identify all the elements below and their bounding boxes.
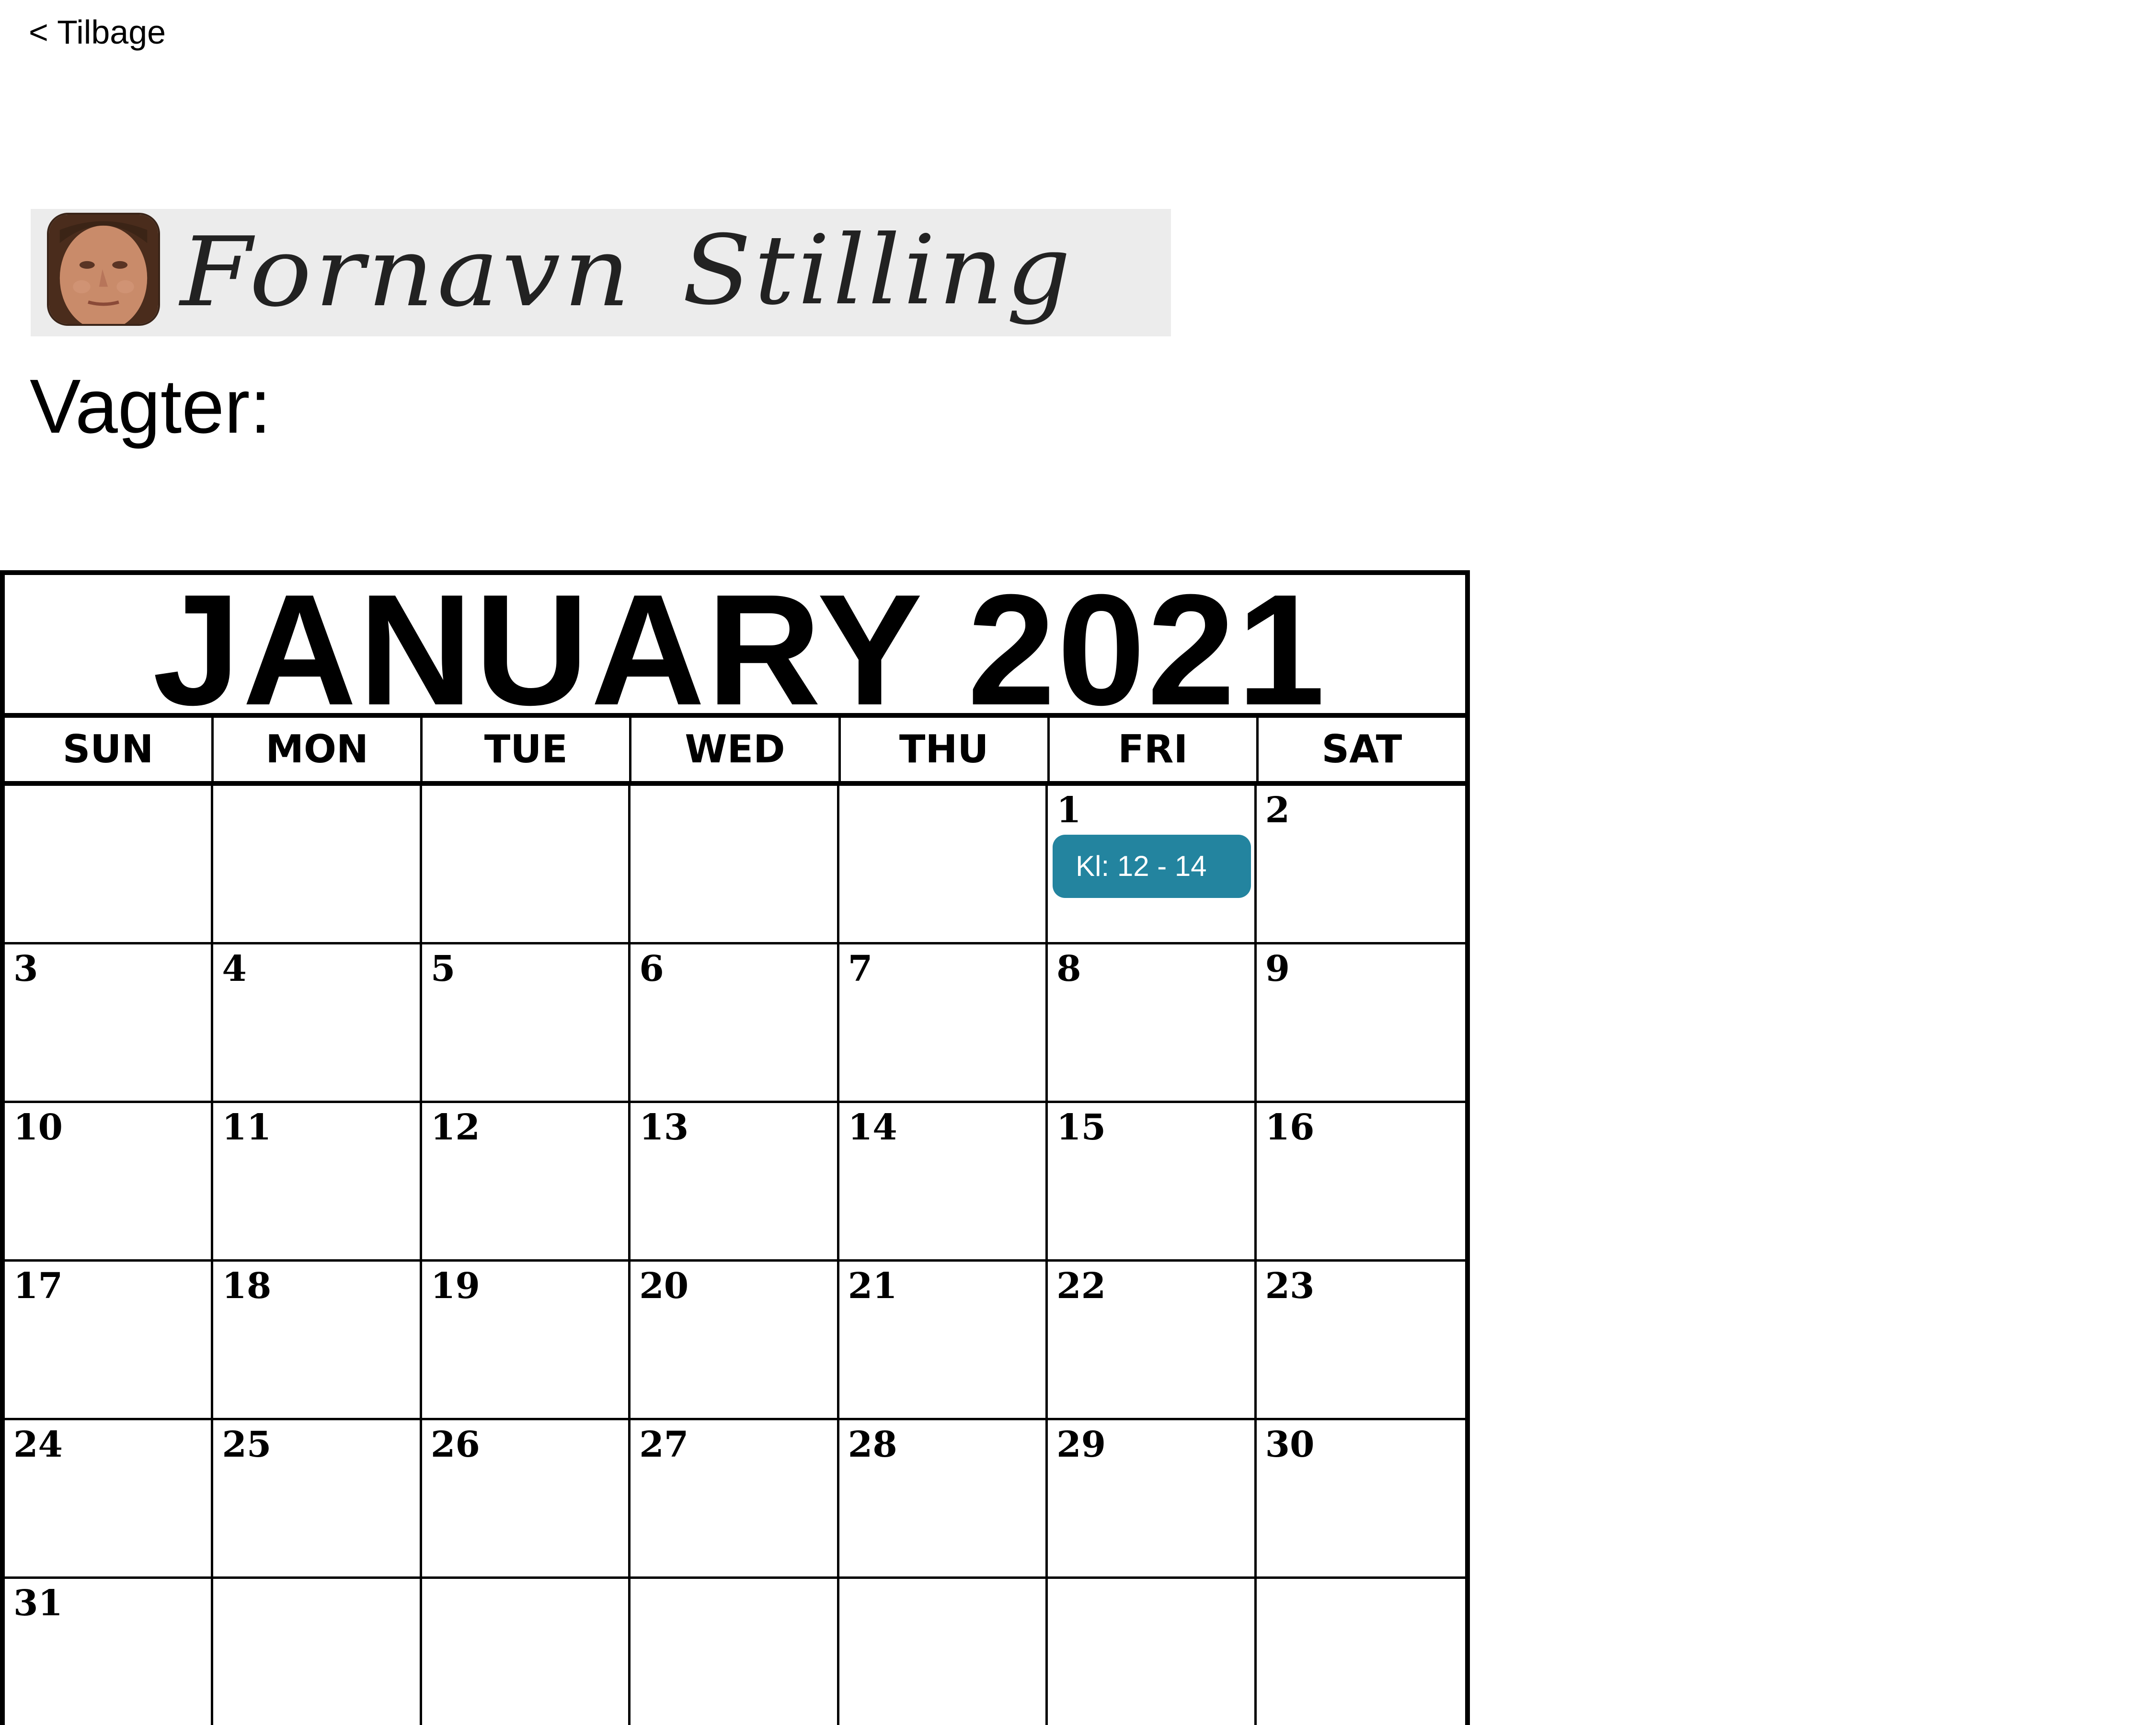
calendar-day-cell[interactable]: 23 — [1256, 1262, 1465, 1420]
calendar-day-cell[interactable]: 14 — [839, 1103, 1048, 1262]
calendar-day-cell[interactable]: 1 Kl: 12 - 14 — [1048, 786, 1257, 944]
day-number: 13 — [639, 1107, 689, 1148]
weekday-wed: WED — [631, 718, 841, 781]
day-number: 23 — [1265, 1265, 1315, 1307]
day-number: 7 — [848, 948, 873, 989]
day-number: 26 — [430, 1424, 480, 1465]
calendar-day-cell[interactable]: 29 — [1048, 1420, 1257, 1579]
weekday-sat: SAT — [1321, 727, 1402, 771]
day-number: 18 — [222, 1265, 272, 1307]
calendar-day-cell[interactable]: 10 — [5, 1103, 214, 1262]
calendar-empty-cell — [5, 786, 214, 944]
calendar-empty-cell — [1257, 1579, 1465, 1725]
calendar-day-cell[interactable]: 11 — [213, 1103, 422, 1262]
calendar-day-cell[interactable]: 22 — [1048, 1262, 1257, 1420]
calendar-empty-cell — [213, 786, 422, 944]
calendar-day-cell[interactable]: 5 — [422, 944, 631, 1103]
day-number: 19 — [430, 1265, 480, 1307]
calendar-day-cell[interactable]: 21 — [839, 1262, 1048, 1420]
day-number: 30 — [1265, 1424, 1315, 1465]
day-number: 28 — [848, 1424, 897, 1465]
calendar-day-cell[interactable]: 3 — [5, 944, 214, 1103]
day-number: 14 — [848, 1107, 897, 1148]
calendar-empty-cell — [631, 786, 839, 944]
day-number: 31 — [13, 1583, 63, 1624]
position-title: Stilling — [682, 215, 1074, 326]
calendar-day-cell[interactable]: 24 — [5, 1420, 214, 1579]
day-number: 6 — [639, 948, 664, 989]
day-number: 8 — [1056, 948, 1081, 989]
calendar-day-cell[interactable]: 2 — [1256, 786, 1465, 944]
day-number: 25 — [222, 1424, 272, 1465]
day-number: 12 — [430, 1107, 480, 1148]
day-number: 27 — [639, 1424, 689, 1465]
calendar-day-cell[interactable]: 26 — [422, 1420, 631, 1579]
weekday-tue: TUE — [423, 718, 632, 781]
day-number: 15 — [1056, 1107, 1106, 1148]
calendar-day-cell[interactable]: 9 — [1256, 944, 1465, 1103]
day-number: 4 — [222, 948, 247, 989]
calendar-day-cell[interactable]: 4 — [213, 944, 422, 1103]
weekday-fri: FRI — [1050, 718, 1259, 781]
calendar: JANUARY 2021 SUN MON TUE WED THU FRI SAT… — [0, 570, 1470, 1725]
day-number: 3 — [13, 948, 38, 989]
calendar-day-cell[interactable]: 7 — [839, 944, 1048, 1103]
day-number: 20 — [639, 1265, 689, 1307]
calendar-day-cell[interactable]: 13 — [631, 1103, 839, 1262]
day-number: 22 — [1056, 1265, 1106, 1307]
calendar-day-cell[interactable]: 20 — [631, 1262, 839, 1420]
calendar-day-cell[interactable]: 31 — [5, 1579, 214, 1725]
avatar — [47, 213, 160, 326]
calendar-empty-cell — [1048, 1579, 1257, 1725]
day-number: 21 — [848, 1265, 897, 1307]
calendar-day-cell[interactable]: 16 — [1256, 1103, 1465, 1262]
calendar-day-cell[interactable]: 15 — [1048, 1103, 1257, 1262]
app-root: < Tilbage Fornavn Stilling Vagter: JANUA… — [0, 0, 2156, 1725]
calendar-day-cell[interactable]: 6 — [631, 944, 839, 1103]
day-number: 16 — [1265, 1107, 1315, 1148]
shifts-heading: Vagter: — [30, 363, 271, 449]
day-number: 29 — [1056, 1424, 1106, 1465]
calendar-day-cell[interactable]: 19 — [422, 1262, 631, 1420]
calendar-day-cell[interactable]: 28 — [839, 1420, 1048, 1579]
day-number: 17 — [13, 1265, 63, 1307]
calendar-day-cell[interactable]: 18 — [213, 1262, 422, 1420]
weekday-header-row: SUN MON TUE WED THU FRI SAT — [5, 718, 1465, 786]
calendar-day-cell[interactable]: 17 — [5, 1262, 214, 1420]
profile-card: Fornavn Stilling — [31, 209, 1171, 336]
day-number: 9 — [1265, 948, 1290, 989]
calendar-day-cell[interactable]: 30 — [1256, 1420, 1465, 1579]
weekday-thu: THU — [841, 718, 1050, 781]
back-link[interactable]: < Tilbage — [29, 11, 166, 54]
calendar-empty-cell — [839, 786, 1048, 944]
calendar-day-cell[interactable]: 12 — [422, 1103, 631, 1262]
face-photo-icon — [49, 215, 158, 324]
day-number: 10 — [13, 1107, 63, 1148]
shift-badge[interactable]: Kl: 12 - 14 — [1053, 835, 1251, 898]
calendar-day-grid: 1 Kl: 12 - 14 2 3 4 5 6 7 8 9 10 11 12 13 14 15 16 17 18 19… — [5, 786, 1465, 1725]
day-number: 1 — [1056, 790, 1081, 831]
calendar-empty-cell — [839, 1579, 1048, 1725]
calendar-day-cell[interactable]: 27 — [631, 1420, 839, 1579]
calendar-empty-cell — [422, 1579, 631, 1725]
weekday-mon: MON — [214, 718, 423, 781]
calendar-empty-cell — [631, 1579, 839, 1725]
day-number: 11 — [222, 1107, 272, 1148]
calendar-day-cell[interactable]: 8 — [1048, 944, 1257, 1103]
calendar-month-title: JANUARY 2021 — [5, 575, 1465, 729]
first-name: Fornavn — [180, 217, 633, 328]
day-number: 5 — [430, 948, 456, 989]
day-number: 24 — [13, 1424, 63, 1465]
calendar-empty-cell — [422, 786, 631, 944]
weekday-sun: SUN — [5, 718, 214, 781]
calendar-empty-cell — [213, 1579, 422, 1725]
day-number: 2 — [1265, 790, 1290, 831]
calendar-day-cell[interactable]: 25 — [213, 1420, 422, 1579]
